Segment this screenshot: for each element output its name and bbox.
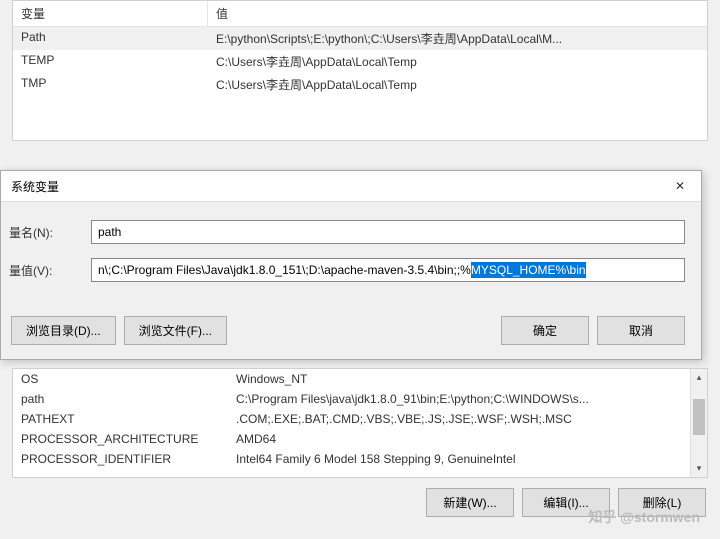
variable-name-input[interactable]: path xyxy=(91,220,685,244)
cell-val: C:\Users\李垚周\AppData\Local\Temp xyxy=(208,76,707,93)
table-row[interactable]: OS Windows_NT xyxy=(13,369,707,389)
cell-val: Windows_NT xyxy=(228,372,707,386)
cell-var: PROCESSOR_ARCHITECTURE xyxy=(13,432,228,446)
table-empty xyxy=(13,96,707,140)
cell-var: OS xyxy=(13,372,228,386)
table-header: 变量 值 xyxy=(13,1,707,27)
scrollbar[interactable]: ▴ ▾ xyxy=(690,369,707,477)
value-label: 量值(V): xyxy=(1,262,91,279)
dialog-titlebar[interactable]: 系统变量 ✕ xyxy=(1,171,701,202)
cell-var: PROCESSOR_IDENTIFIER xyxy=(13,452,228,466)
col-variable[interactable]: 变量 xyxy=(13,1,208,26)
edit-variable-dialog: 系统变量 ✕ 量名(N): path 量值(V): n\;C:\Program … xyxy=(0,170,702,360)
cell-val: .COM;.EXE;.BAT;.CMD;.VBS;.VBE;.JS;.JSE;.… xyxy=(228,412,707,426)
close-icon[interactable]: ✕ xyxy=(669,177,691,195)
dialog-buttons: 浏览目录(D)... 浏览文件(F)... 确定 取消 xyxy=(1,310,701,359)
table-row[interactable]: PROCESSOR_ARCHITECTURE AMD64 xyxy=(13,429,707,449)
cell-var: PATHEXT xyxy=(13,412,228,426)
scroll-down-icon[interactable]: ▾ xyxy=(691,460,707,477)
cell-var: path xyxy=(13,392,228,406)
spacer xyxy=(235,316,493,345)
cell-var: Path xyxy=(13,30,208,47)
user-variables-table[interactable]: 变量 值 Path E:\python\Scripts\;E:\python\;… xyxy=(12,0,708,141)
name-row: 量名(N): path xyxy=(1,220,685,244)
cell-val: E:\python\Scripts\;E:\python\;C:\Users\李… xyxy=(208,30,707,47)
cell-val: Intel64 Family 6 Model 158 Stepping 9, G… xyxy=(228,452,707,466)
name-label: 量名(N): xyxy=(1,224,91,241)
cell-val: C:\Users\李垚周\AppData\Local\Temp xyxy=(208,53,707,70)
scrollbar-thumb[interactable] xyxy=(693,399,705,435)
new-button[interactable]: 新建(W)... xyxy=(426,488,514,517)
system-variables-area: OS Windows_NT path C:\Program Files\java… xyxy=(12,368,708,527)
browse-dir-button[interactable]: 浏览目录(D)... xyxy=(11,316,116,345)
variable-value-input[interactable]: n\;C:\Program Files\Java\jdk1.8.0_151\;D… xyxy=(91,258,685,282)
ok-button[interactable]: 确定 xyxy=(501,316,589,345)
table-row[interactable]: TMP C:\Users\李垚周\AppData\Local\Temp xyxy=(13,73,707,96)
cell-val: AMD64 xyxy=(228,432,707,446)
table-row[interactable]: Path E:\python\Scripts\;E:\python\;C:\Us… xyxy=(13,27,707,50)
table-row[interactable]: PROCESSOR_IDENTIFIER Intel64 Family 6 Mo… xyxy=(13,449,707,469)
browse-file-button[interactable]: 浏览文件(F)... xyxy=(124,316,227,345)
scroll-up-icon[interactable]: ▴ xyxy=(691,369,707,386)
cell-val: C:\Program Files\java\jdk1.8.0_91\bin;E:… xyxy=(228,392,707,406)
value-row: 量值(V): n\;C:\Program Files\Java\jdk1.8.0… xyxy=(1,258,685,282)
table-row[interactable]: PATHEXT .COM;.EXE;.BAT;.CMD;.VBS;.VBE;.J… xyxy=(13,409,707,429)
system-buttons: 新建(W)... 编辑(I)... 删除(L) xyxy=(12,478,708,527)
delete-button[interactable]: 删除(L) xyxy=(618,488,706,517)
system-variables-table[interactable]: OS Windows_NT path C:\Program Files\java… xyxy=(12,368,708,478)
edit-button[interactable]: 编辑(I)... xyxy=(522,488,610,517)
selected-text: MYSQL_HOME%\bin xyxy=(471,262,586,278)
table-row[interactable]: path C:\Program Files\java\jdk1.8.0_91\b… xyxy=(13,389,707,409)
cell-var: TEMP xyxy=(13,53,208,70)
col-value[interactable]: 值 xyxy=(208,1,707,26)
cancel-button[interactable]: 取消 xyxy=(597,316,685,345)
table-row[interactable]: TEMP C:\Users\李垚周\AppData\Local\Temp xyxy=(13,50,707,73)
dialog-body: 量名(N): path 量值(V): n\;C:\Program Files\J… xyxy=(1,202,701,310)
dialog-title-text: 系统变量 xyxy=(11,178,59,195)
cell-var: TMP xyxy=(13,76,208,93)
table-body: Path E:\python\Scripts\;E:\python\;C:\Us… xyxy=(13,27,707,140)
